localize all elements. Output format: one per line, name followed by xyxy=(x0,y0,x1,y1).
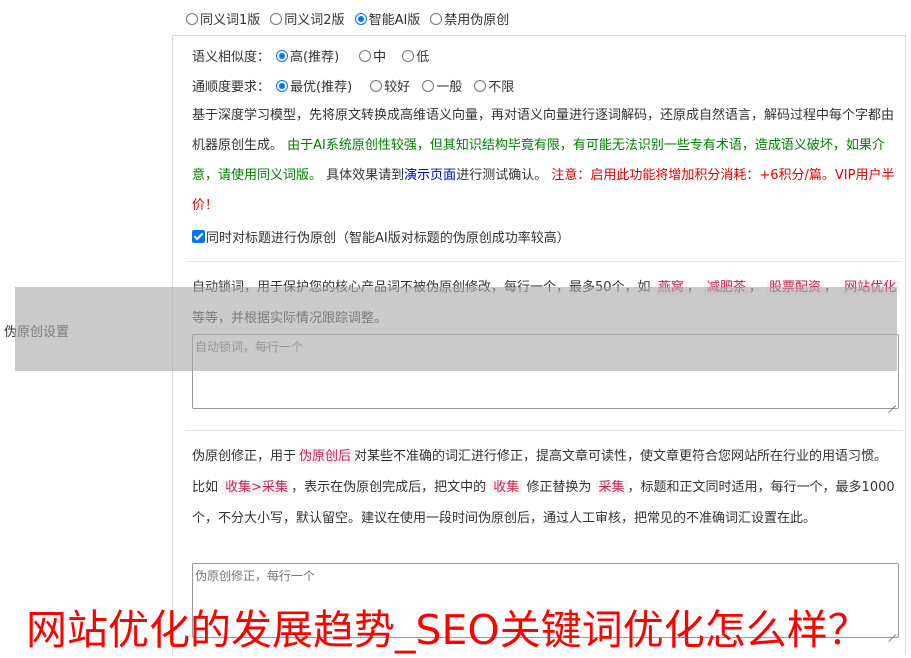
radio-button[interactable] xyxy=(186,12,198,25)
description-test-suffix: 进行测试确认。 xyxy=(456,168,548,183)
correction-tag: 采集 xyxy=(595,480,628,495)
lock-words-desc-suffix: 等等，并根据实际情况跟踪调整。 xyxy=(192,311,388,326)
separator: ， xyxy=(686,280,700,295)
title-rewrite-checkbox-row[interactable]: 同时对标题进行伪原创（智能AI版对标题的伪原创成功率较高） xyxy=(192,227,570,246)
lock-word-example: 燕窝 xyxy=(654,280,687,295)
lock-words-textarea[interactable]: 自动锁词，每行一个 xyxy=(192,334,899,409)
lock-word-example: 减肥茶 xyxy=(703,280,749,295)
correction-tag: 收集>采集 xyxy=(222,480,292,495)
title-rewrite-checkbox-label: 同时对标题进行伪原创（智能AI版对标题的伪原创成功率较高） xyxy=(206,231,570,246)
correction-tag: 收集 xyxy=(490,480,523,495)
lock-word-example: 股票配资 xyxy=(766,280,825,295)
version-option-ai[interactable]: 智能AI版 xyxy=(354,9,421,28)
version-option-label: 同义词1版 xyxy=(200,13,261,28)
version-option-label: 禁用伪原创 xyxy=(444,13,510,28)
lock-word-example: 网站优化 xyxy=(841,280,900,295)
separator: ， xyxy=(824,280,838,295)
similarity-row: 语义相似度： 高(推荐) 中 低 xyxy=(192,46,441,65)
radio-button[interactable] xyxy=(270,12,283,25)
option-label: 高(推荐) xyxy=(290,50,340,65)
ai-description: 基于深度学习模型，先将原文转换成高维语义向量，再对语义向量进行逐词解码，还原成自… xyxy=(192,101,900,221)
resize-handle-icon[interactable] xyxy=(888,627,896,635)
similarity-label: 语义相似度： xyxy=(192,50,271,65)
correction-tag: 伪原创后 xyxy=(296,449,355,464)
version-option-synonym-1[interactable]: 同义词1版 xyxy=(186,9,260,28)
section-label-rewrite-settings: 伪原创设置 xyxy=(4,325,70,340)
demo-page-link[interactable]: 演示页面 xyxy=(404,168,456,183)
title-rewrite-checkbox[interactable] xyxy=(192,230,205,243)
radio-button[interactable] xyxy=(370,79,383,92)
version-radio-group: 同义词1版 同义词2版 智能AI版 禁用伪原创 xyxy=(186,9,509,28)
fluency-option-good[interactable]: 较好 xyxy=(370,76,410,95)
version-option-disable[interactable]: 禁用伪原创 xyxy=(430,9,509,28)
fluency-row: 通顺度要求： 最优(推荐) 较好 一般 不限 xyxy=(192,76,526,95)
fluency-option-best[interactable]: 最优(推荐) xyxy=(276,76,352,95)
fluency-option-normal[interactable]: 一般 xyxy=(422,76,462,95)
lock-words-placeholder: 自动锁词，每行一个 xyxy=(195,340,304,354)
radio-button[interactable] xyxy=(359,49,372,62)
resize-handle-icon[interactable] xyxy=(888,398,896,406)
version-option-synonym-2[interactable]: 同义词2版 xyxy=(270,9,345,28)
version-option-label: 同义词2版 xyxy=(284,13,345,28)
option-label: 不限 xyxy=(488,80,515,95)
section-divider xyxy=(186,261,902,262)
lock-words-desc-prefix: 自动锁词，用于保护您的核心产品词不被伪原创修改，每行一个，最多50个，如 xyxy=(192,280,651,295)
option-label: 中 xyxy=(373,50,387,65)
corrections-placeholder: 伪原创修正，每行一个 xyxy=(195,569,316,583)
option-label: 较好 xyxy=(384,80,411,95)
lock-words-description: 自动锁词，用于保护您的核心产品词不被伪原创修改，每行一个，最多50个，如 燕窝，… xyxy=(192,272,900,334)
corrections-text: 修正替换为 xyxy=(526,480,592,495)
section-divider xyxy=(186,430,902,431)
version-option-label: 智能AI版 xyxy=(368,13,421,28)
radio-button[interactable] xyxy=(422,79,435,92)
option-label: 低 xyxy=(416,50,430,65)
corrections-description: 伪原创修正，用于 伪原创后 对某些不准确的词汇进行修正，提高文章可读性，使文章更符合… xyxy=(192,441,900,534)
corrections-text: ，表示在伪原创完成后，把文中的 xyxy=(291,480,487,495)
similarity-option-medium[interactable]: 中 xyxy=(359,46,386,65)
radio-button[interactable] xyxy=(474,79,487,92)
description-test-prefix: 具体效果请到 xyxy=(326,168,405,183)
radio-button[interactable] xyxy=(430,12,443,25)
watermark-title: 网站优化的发展趋势_SEO关键词优化怎么样？ xyxy=(26,606,869,654)
option-label: 一般 xyxy=(436,80,463,95)
radio-button-checked[interactable] xyxy=(276,79,289,92)
separator: ， xyxy=(748,280,762,295)
similarity-option-low[interactable]: 低 xyxy=(402,46,429,65)
fluency-label: 通顺度要求： xyxy=(192,80,271,95)
radio-button-checked[interactable] xyxy=(276,49,289,62)
fluency-option-unlimited[interactable]: 不限 xyxy=(474,76,514,95)
similarity-option-high[interactable]: 高(推荐) xyxy=(276,46,339,65)
option-label: 最优(推荐) xyxy=(290,80,353,95)
radio-button[interactable] xyxy=(402,49,415,62)
corrections-text: 伪原创修正，用于 xyxy=(192,449,297,464)
radio-button-checked[interactable] xyxy=(354,12,367,25)
